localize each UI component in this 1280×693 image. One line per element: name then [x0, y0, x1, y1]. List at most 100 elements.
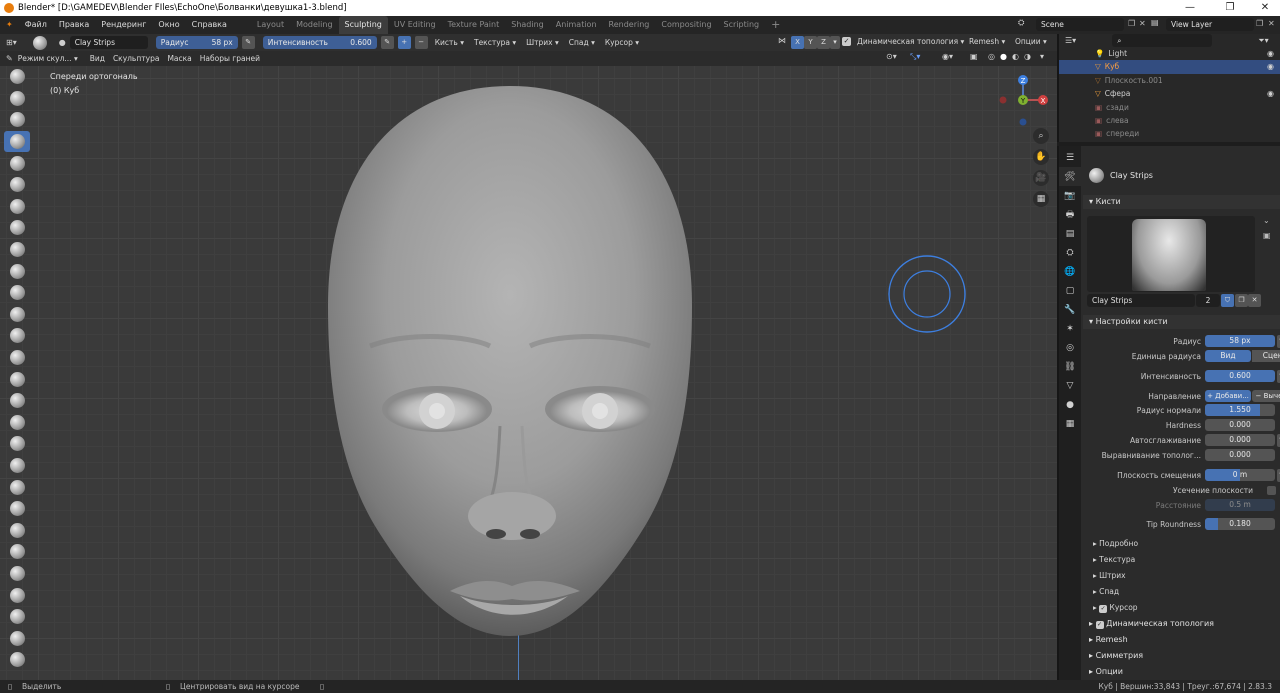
- tool-crease-icon[interactable]: [4, 239, 30, 261]
- brush-name-field[interactable]: Clay Strips: [69, 36, 148, 49]
- outliner-item-cube[interactable]: ▽ Куб ◉: [1059, 60, 1280, 74]
- zoom-icon[interactable]: ⌕: [1033, 128, 1049, 144]
- axis-y-button[interactable]: Y: [804, 36, 817, 49]
- overlays-icon[interactable]: ◉▾: [942, 52, 953, 61]
- topology-rake-field[interactable]: 0.000: [1205, 449, 1275, 461]
- tool-snake-hook-icon[interactable]: [4, 433, 30, 455]
- tool-pose-icon[interactable]: [4, 476, 30, 498]
- outliner-item-left[interactable]: ▣ слева: [1059, 114, 1280, 127]
- autosmooth-field[interactable]: 0.000: [1205, 434, 1275, 446]
- 3d-viewport[interactable]: Спереди ортогональ (0) Куб Z Y X ⌕ ✋ 🎥 ▦: [0, 66, 1057, 680]
- subpanel-falloff[interactable]: ▸ Спад: [1093, 585, 1119, 599]
- unlink-brush-icon[interactable]: ✕: [1248, 294, 1261, 307]
- visibility-eye-icon[interactable]: ◉: [1267, 47, 1274, 60]
- brush-preview-area[interactable]: [1087, 216, 1255, 292]
- direction-subtract-button[interactable]: − Вычесть: [1252, 390, 1280, 402]
- brush-menu[interactable]: Кисть ▾: [432, 38, 467, 47]
- delete-view-layer-icon[interactable]: ✕: [1268, 19, 1275, 28]
- navigation-gizmo[interactable]: Z Y X: [995, 72, 1055, 134]
- outliner-item-plane[interactable]: ▽ Плоскость.001: [1059, 74, 1280, 87]
- view-layer-selector[interactable]: View Layer: [1166, 18, 1254, 31]
- tab-uv-editing[interactable]: UV Editing: [388, 16, 442, 34]
- tool-smooth-icon[interactable]: [4, 260, 30, 282]
- direction-subtract-button[interactable]: −: [414, 36, 428, 49]
- tab-sculpting[interactable]: Sculpting: [338, 16, 388, 34]
- pan-hand-icon[interactable]: ✋: [1033, 149, 1049, 165]
- dyntopo-menu[interactable]: Динамическая топология ▾: [854, 37, 967, 46]
- brush-list-expand-icon[interactable]: ⌄: [1263, 216, 1270, 225]
- hardness-field[interactable]: 0.000: [1205, 419, 1275, 431]
- tool-fill-icon[interactable]: [4, 304, 30, 326]
- new-scene-icon[interactable]: ❐: [1128, 19, 1135, 28]
- brush-users-count[interactable]: 2: [1196, 294, 1220, 307]
- radius-pressure-icon[interactable]: ✎: [241, 36, 255, 49]
- tab-shading[interactable]: Shading: [505, 16, 550, 34]
- tool-mask-icon[interactable]: [4, 627, 30, 649]
- menu-window[interactable]: Окно: [152, 16, 185, 34]
- properties-editor-icon[interactable]: ☰: [1059, 148, 1081, 167]
- symmetry-options-icon[interactable]: ▾: [830, 36, 840, 49]
- tab-tool-icon[interactable]: 🛠: [1059, 167, 1081, 186]
- strength-field[interactable]: 0.600: [1205, 370, 1275, 382]
- subpanel-advanced[interactable]: ▸ Подробно: [1093, 537, 1138, 551]
- fake-user-shield-icon[interactable]: ⛉: [1221, 294, 1234, 307]
- tab-data-icon[interactable]: ▽: [1059, 376, 1081, 395]
- menu-sculpt[interactable]: Скульптура: [110, 54, 163, 63]
- outliner-editor-icon[interactable]: ☰▾: [1065, 36, 1076, 45]
- brush-image-icon[interactable]: ▣: [1263, 231, 1271, 240]
- tab-layout[interactable]: Layout: [251, 16, 290, 34]
- remesh-menu[interactable]: Remesh ▾: [966, 37, 1008, 46]
- remesh-panel-header[interactable]: ▸ Remesh: [1083, 633, 1280, 647]
- tool-multiplane-scrape-icon[interactable]: [4, 347, 30, 369]
- delete-scene-icon[interactable]: ✕: [1139, 19, 1146, 28]
- tab-object-icon[interactable]: ▢: [1059, 281, 1081, 300]
- tab-material-icon[interactable]: ●: [1059, 395, 1081, 414]
- tool-draw-sharp-icon[interactable]: [4, 88, 30, 110]
- normal-radius-field[interactable]: 1.550: [1205, 404, 1275, 416]
- mode-selector[interactable]: Режим скул... ▾: [15, 54, 81, 63]
- brushes-panel-header[interactable]: ▾ Кисти: [1083, 195, 1280, 209]
- scene-icon[interactable]: ⛭: [1018, 18, 1024, 28]
- tool-scrape-icon[interactable]: [4, 325, 30, 347]
- ortho-grid-icon[interactable]: ▦: [1033, 191, 1049, 207]
- symmetry-panel-header[interactable]: ▸ Симметрия: [1083, 649, 1280, 663]
- tab-view-layer-icon[interactable]: ▤: [1059, 224, 1081, 243]
- menu-render[interactable]: Рендеринг: [95, 16, 152, 34]
- visibility-eye-icon[interactable]: ◉: [1267, 60, 1274, 73]
- solid-shading-icon[interactable]: ●: [1000, 52, 1007, 61]
- tool-draw-face-sets-icon[interactable]: [4, 649, 30, 671]
- cursor-checkbox[interactable]: ✓: [1099, 605, 1108, 613]
- tab-render-icon[interactable]: 📷: [1059, 186, 1081, 205]
- direction-add-button[interactable]: + Добави...: [1205, 390, 1251, 402]
- tool-layer-icon[interactable]: [4, 174, 30, 196]
- outliner-item-back[interactable]: ▣ сзади: [1059, 101, 1280, 114]
- texture-menu[interactable]: Текстура ▾: [471, 38, 519, 47]
- plane-trim-checkbox[interactable]: [1267, 486, 1276, 495]
- new-view-layer-icon[interactable]: ❐: [1256, 19, 1263, 28]
- wireframe-shading-icon[interactable]: ◎: [988, 52, 995, 61]
- options-panel-header[interactable]: ▸ Опции: [1083, 665, 1280, 679]
- tab-constraints-icon[interactable]: ⛓: [1059, 357, 1081, 376]
- tab-compositing[interactable]: Compositing: [655, 16, 717, 34]
- tool-nudge-icon[interactable]: [4, 498, 30, 520]
- visibility-eye-icon[interactable]: ◉: [1267, 87, 1274, 100]
- radius-field[interactable]: 58 px: [1205, 335, 1275, 347]
- shading-options-icon[interactable]: ▾: [1040, 52, 1044, 61]
- tool-cloth-icon[interactable]: [4, 584, 30, 606]
- dyntopo-checkbox[interactable]: ✓: [842, 37, 851, 46]
- outliner-item-light[interactable]: 💡 Light ◉: [1059, 47, 1280, 60]
- tab-physics-icon[interactable]: ◎: [1059, 338, 1081, 357]
- tab-particles-icon[interactable]: ✶: [1059, 319, 1081, 338]
- tab-rendering[interactable]: Rendering: [603, 16, 656, 34]
- tool-draw-icon[interactable]: [4, 66, 30, 88]
- stroke-menu[interactable]: Штрих ▾: [523, 38, 562, 47]
- radius-slider[interactable]: Радиус 58 px: [155, 36, 238, 49]
- outliner-item-sphere[interactable]: ▽ Сфера ◉: [1059, 87, 1280, 100]
- axis-z-button[interactable]: Z: [817, 36, 830, 49]
- options-menu[interactable]: Опции ▾: [1012, 37, 1050, 46]
- tip-roundness-field[interactable]: 0.180: [1205, 518, 1275, 530]
- editor-type-icon[interactable]: ⊞▾: [6, 38, 17, 47]
- menu-view[interactable]: Вид: [87, 54, 108, 63]
- tab-texture-paint[interactable]: Texture Paint: [442, 16, 506, 34]
- outliner-filter-icon[interactable]: ⏷▾: [1258, 36, 1268, 46]
